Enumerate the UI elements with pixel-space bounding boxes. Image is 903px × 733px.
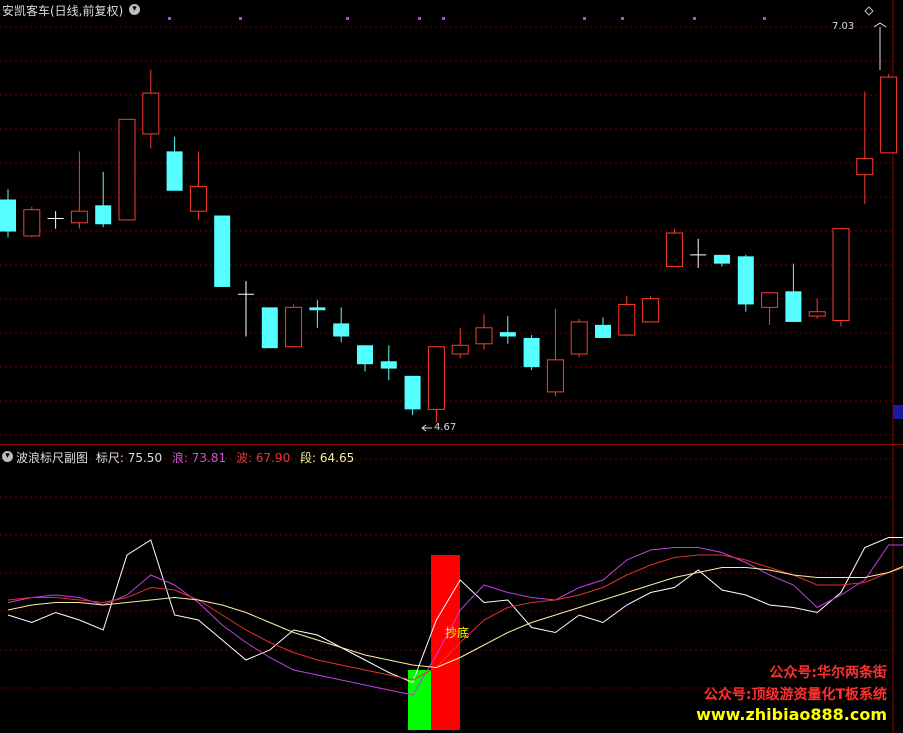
candle-body (642, 298, 660, 323)
candle-body (70, 210, 88, 224)
indicator-value-swing: 波: 67.90 (235, 451, 291, 465)
candle-body (214, 215, 231, 287)
candle-body (499, 332, 516, 337)
marker-dot (168, 17, 171, 20)
candle-body (95, 205, 112, 225)
indicator-value-segment: 段: 64.65 (300, 451, 355, 465)
candle-body (570, 321, 588, 355)
candle-body (618, 303, 636, 336)
low-marker-arrow (421, 424, 432, 432)
candle-body (23, 209, 41, 237)
candle-body (261, 307, 278, 349)
candle-body (357, 345, 373, 365)
chevron-down-icon[interactable]: ▾ (129, 4, 140, 15)
marker-dot (239, 17, 242, 20)
candle-body (737, 256, 754, 305)
candle-body (451, 344, 469, 355)
marker-dot (763, 17, 766, 20)
candle-body (118, 118, 136, 221)
marker-dot (583, 17, 586, 20)
candle-body (166, 151, 183, 191)
candle-body (808, 311, 826, 317)
diamond-icon (864, 6, 874, 16)
high-marker-arrow (873, 22, 887, 70)
signal-bar-green (408, 670, 431, 730)
indicator-title: 波浪标尺副图 (16, 451, 89, 465)
main-price-chart[interactable] (0, 0, 903, 445)
indicator-value-scale: 标尺: 75.50 (95, 451, 163, 465)
candle-body (595, 324, 611, 338)
candle-body (333, 323, 350, 337)
candle-body (404, 375, 421, 410)
candle-body (523, 337, 540, 368)
indicator-value-wave: 浪: 73.81 (171, 451, 227, 465)
candle-body (714, 254, 730, 264)
candle-body (785, 291, 802, 322)
promo-line-1: 公众号:华尔两条街 (769, 665, 887, 681)
candle-body (880, 76, 898, 154)
chart-stage: 安凯客车(日线,前复权) ▾ ▾ 波浪标尺副图 标尺: 75.50 浪: 73.… (0, 0, 903, 733)
price-tag (893, 405, 903, 419)
chevron-down-icon[interactable]: ▾ (2, 451, 13, 462)
bottom-signal-label: 抄底 (445, 626, 470, 640)
marker-dot (442, 17, 445, 20)
promo-line-3: www.zhibiao888.com (696, 705, 887, 724)
stock-title: 安凯客车(日线,前复权) (2, 4, 124, 18)
marker-dot (621, 17, 624, 20)
marker-dot (693, 17, 696, 20)
candle-body (189, 185, 207, 212)
candle-body (856, 158, 874, 176)
low-price-label: 4.67 (434, 422, 457, 433)
candle-body (832, 228, 850, 321)
candle-body (427, 346, 445, 410)
candle-body (475, 327, 493, 345)
candle-body (380, 361, 397, 369)
candle-body (761, 292, 779, 308)
sub-panel-title: 波浪标尺副图 标尺: 75.50 浪: 73.81 波: 67.90 段: 64… (16, 449, 354, 466)
candle-body (546, 359, 564, 393)
main-panel-title: 安凯客车(日线,前复权) (2, 2, 123, 19)
candle-body (0, 199, 16, 232)
signal-bar-red (431, 555, 460, 730)
promo-line-2: 公众号:顶级游资量化T板系统 (703, 687, 887, 703)
marker-dot (346, 17, 349, 20)
candle-body (665, 232, 683, 268)
candle-body (142, 92, 160, 135)
candle-body (309, 307, 326, 311)
high-price-label: 7.03 (832, 21, 855, 32)
marker-dot (418, 17, 421, 20)
candle-body (285, 306, 303, 348)
